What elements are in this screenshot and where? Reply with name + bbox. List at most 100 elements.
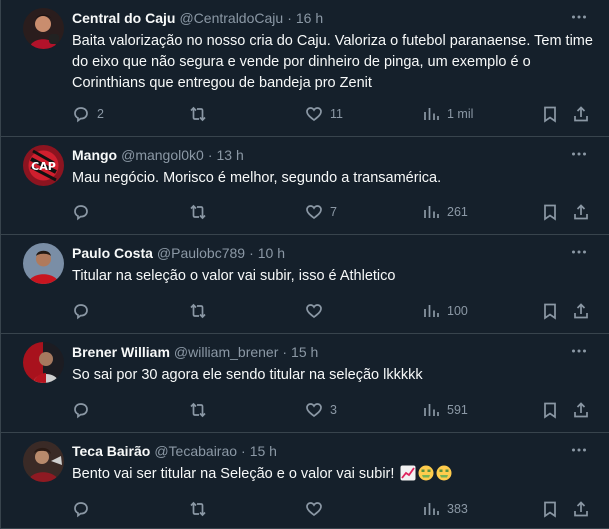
author-handle[interactable]: @CentraldoCaju — [179, 8, 283, 28]
views-count: 261 — [447, 205, 468, 219]
author-name[interactable]: Paulo Costa — [72, 243, 153, 263]
tweet-text: Titular na seleção o valor vai subir, is… — [72, 268, 396, 284]
bookmark-button[interactable] — [541, 499, 559, 519]
like-button[interactable]: 3 — [305, 400, 337, 420]
like-count: 11 — [330, 107, 343, 121]
reply-button[interactable] — [72, 202, 97, 222]
timestamp[interactable]: 16 h — [296, 8, 323, 28]
avatar[interactable] — [23, 441, 64, 482]
tweet[interactable]: Central do Caju @CentraldoCaju · 16 h Ba… — [1, 0, 609, 137]
timestamp[interactable]: 10 h — [258, 243, 285, 263]
action-bar: 7 261 — [72, 202, 595, 222]
more-icon[interactable] — [569, 341, 589, 361]
tweet-body: Brener William @william_brener · 15 h So… — [72, 342, 593, 386]
views-icon — [424, 503, 439, 515]
author-name[interactable]: Mango — [72, 145, 117, 165]
tweet[interactable]: Brener William @william_brener · 15 h So… — [1, 334, 609, 433]
like-icon — [306, 107, 322, 122]
views-count: 1 mil — [447, 107, 474, 121]
views-button[interactable]: 261 — [422, 202, 468, 222]
money-mouth-face-emoji — [418, 465, 434, 481]
reply-button[interactable] — [72, 301, 97, 321]
separator: · — [287, 10, 292, 26]
timestamp[interactable]: 13 h — [216, 145, 243, 165]
views-button[interactable]: 1 mil — [422, 104, 473, 124]
bookmark-icon — [544, 204, 556, 221]
avatar[interactable] — [23, 342, 64, 383]
retweet-icon — [190, 402, 206, 418]
tweet-header: Mango @mangol0k0 · 13 h — [72, 145, 593, 165]
action-bar: 383 — [72, 499, 595, 519]
avatar[interactable] — [23, 243, 64, 284]
reply-button[interactable]: 2 — [72, 104, 104, 124]
share-button[interactable] — [572, 202, 590, 222]
more-icon[interactable] — [569, 144, 589, 164]
author-name[interactable]: Central do Caju — [72, 8, 175, 28]
views-icon — [424, 206, 439, 218]
chart-increasing-emoji — [400, 465, 416, 481]
retweet-button[interactable] — [189, 202, 214, 222]
share-button[interactable] — [572, 301, 590, 321]
avatar[interactable] — [23, 8, 64, 49]
bookmark-icon — [544, 106, 556, 123]
retweet-button[interactable] — [189, 400, 214, 420]
tweet-text: Baita valorização no nosso cria do Caju.… — [72, 33, 597, 91]
views-icon — [424, 108, 439, 120]
share-icon — [574, 106, 588, 122]
like-button[interactable] — [305, 499, 330, 519]
like-button[interactable] — [305, 301, 330, 321]
retweet-button[interactable] — [189, 499, 214, 519]
share-button[interactable] — [572, 499, 590, 519]
bookmark-icon — [544, 402, 556, 419]
like-button[interactable]: 7 — [305, 202, 337, 222]
author-handle[interactable]: @Paulobc789 — [157, 243, 245, 263]
author-handle[interactable]: @mangol0k0 — [121, 145, 204, 165]
reply-button[interactable] — [72, 499, 97, 519]
bookmark-button[interactable] — [541, 400, 559, 420]
tweet[interactable]: CAP Mango @mangol0k0 · 13 h Mau negócio.… — [1, 137, 609, 235]
retweet-button[interactable] — [189, 301, 214, 321]
views-button[interactable]: 383 — [422, 499, 468, 519]
tweet[interactable]: Teca Bairão @Tecabairao · 15 h Bento vai… — [1, 433, 609, 529]
svg-text:CAP: CAP — [31, 160, 56, 173]
views-button[interactable]: 591 — [422, 400, 468, 420]
reply-icon — [74, 502, 88, 518]
share-button[interactable] — [572, 400, 590, 420]
more-icon[interactable] — [569, 242, 589, 262]
more-icon[interactable] — [569, 7, 589, 27]
tweet[interactable]: Paulo Costa @Paulobc789 · 10 h Titular n… — [1, 235, 609, 334]
author-handle[interactable]: @william_brener — [174, 342, 278, 362]
views-icon — [424, 305, 439, 317]
bookmark-button[interactable] — [541, 301, 559, 321]
like-icon — [306, 403, 322, 418]
author-handle[interactable]: @Tecabairao — [154, 441, 237, 461]
tweet-body: Paulo Costa @Paulobc789 · 10 h Titular n… — [72, 243, 593, 287]
more-icon[interactable] — [569, 440, 589, 460]
timeline: Central do Caju @CentraldoCaju · 16 h Ba… — [0, 0, 609, 529]
reply-icon — [74, 304, 88, 320]
author-name[interactable]: Brener William — [72, 342, 170, 362]
like-icon — [306, 205, 322, 220]
retweet-button[interactable] — [189, 104, 214, 124]
tweet-header: Brener William @william_brener · 15 h — [72, 342, 593, 362]
bookmark-button[interactable] — [541, 104, 559, 124]
separator: · — [282, 344, 288, 360]
like-icon — [306, 502, 322, 517]
like-button[interactable]: 11 — [305, 104, 343, 124]
timestamp[interactable]: 15 h — [291, 342, 318, 362]
author-name[interactable]: Teca Bairão — [72, 441, 150, 461]
tweet-header: Paulo Costa @Paulobc789 · 10 h — [72, 243, 593, 263]
avatar[interactable]: CAP — [23, 145, 64, 186]
views-count: 383 — [447, 502, 468, 516]
views-button[interactable]: 100 — [422, 301, 468, 321]
share-button[interactable] — [572, 104, 590, 124]
bookmark-icon — [544, 501, 556, 518]
reply-icon — [74, 205, 88, 221]
share-icon — [574, 204, 588, 220]
reply-button[interactable] — [72, 400, 97, 420]
retweet-icon — [190, 501, 206, 517]
reply-count: 2 — [97, 107, 104, 121]
action-bar: 100 — [72, 301, 595, 321]
timestamp[interactable]: 15 h — [250, 441, 277, 461]
bookmark-button[interactable] — [541, 202, 559, 222]
